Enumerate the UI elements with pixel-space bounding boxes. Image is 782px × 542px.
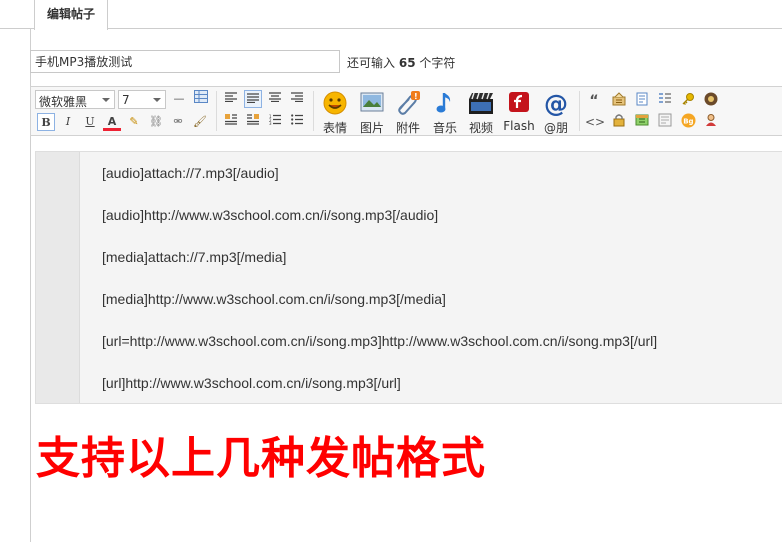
editor-line: [url]http://www.w3school.com.cn/i/song.m…: [102, 375, 401, 391]
bg-icon[interactable]: Bg: [679, 113, 697, 131]
editor-line: [audio]http://www.w3school.com.cn/i/song…: [102, 207, 439, 223]
subject-input[interactable]: [30, 50, 340, 73]
underline-button[interactable]: U: [81, 113, 99, 131]
font-family-select[interactable]: 微软雅黑: [35, 90, 115, 109]
headline-text: 支持以上几种发帖格式: [36, 433, 486, 484]
template-icon[interactable]: [656, 113, 674, 131]
chevron-down-icon: [102, 98, 110, 102]
table-icon: [194, 90, 208, 103]
float-left-icon-svg: [225, 114, 237, 125]
tab-bar: 编辑帖子: [0, 0, 782, 30]
user-icon[interactable]: [702, 113, 720, 131]
link-icon[interactable]: ⛓: [147, 113, 165, 131]
editor-toolbar: 微软雅黑 7 — B I U A ✎ ⛓ ⚮ 🖌 123 表情 图片 ! 附件 …: [30, 86, 782, 136]
align-center-icon[interactable]: [266, 90, 284, 108]
align-justify-icon[interactable]: [244, 90, 262, 108]
unordered-list-icon[interactable]: [288, 113, 306, 131]
table-button[interactable]: [192, 90, 210, 108]
remaining-suffix: 个字符: [419, 56, 456, 70]
flash-button[interactable]: Flash: [501, 89, 537, 135]
unlink-icon[interactable]: ⚮: [169, 113, 187, 131]
image-icon: [359, 91, 385, 117]
editor-gutter: [36, 152, 80, 403]
align-center-icon-svg: [269, 92, 281, 103]
at-icon: @: [544, 90, 568, 118]
remaining-prefix: 还可输入: [347, 56, 396, 70]
svg-text:Bg: Bg: [683, 118, 693, 126]
quote-icon[interactable]: “: [585, 92, 603, 110]
ordered-list-icon-svg: 123: [269, 114, 281, 126]
video-icon: [468, 91, 494, 117]
attachment-label: 附件: [395, 121, 420, 135]
editor-line: [media]attach://7.mp3[/media]: [102, 249, 287, 265]
font-family-value: 微软雅黑: [39, 95, 88, 109]
smiley-label: 表情: [322, 121, 347, 135]
italic-button[interactable]: I: [59, 113, 77, 131]
smiley-button[interactable]: 表情: [317, 89, 353, 135]
tab-edit-post[interactable]: 编辑帖子: [34, 0, 108, 30]
unordered-list-icon-svg: [291, 114, 303, 125]
image-label: 图片: [359, 121, 384, 135]
float-right-icon[interactable]: [244, 113, 262, 131]
float-right-icon-svg: [247, 114, 259, 125]
password-key-icon[interactable]: [679, 92, 697, 110]
align-right-icon-svg: [291, 92, 303, 103]
align-left-icon[interactable]: [222, 90, 240, 108]
smiley-icon: [322, 91, 348, 117]
attachment-button[interactable]: ! 附件: [390, 89, 426, 135]
dice-icon[interactable]: [702, 92, 720, 110]
highlight-icon[interactable]: ✎: [125, 113, 143, 131]
mention-label: @朋: [543, 121, 568, 135]
flash-icon: [506, 91, 532, 117]
page-break-icon[interactable]: [633, 92, 651, 110]
align-right-icon[interactable]: [288, 90, 306, 108]
music-button[interactable]: 音乐: [427, 89, 463, 135]
toolbar-separator: [313, 91, 314, 131]
clear-format-icon[interactable]: 🖌: [191, 113, 209, 131]
toolbar-separator: [579, 91, 580, 131]
remaining-chars-text: 还可输入 65 个字符: [347, 54, 455, 71]
download-icon[interactable]: [633, 113, 651, 131]
font-size-value: 7: [122, 93, 130, 107]
video-label: 视频: [468, 121, 493, 135]
music-note-icon: [432, 91, 458, 117]
svg-text:3: 3: [269, 121, 272, 125]
lock-icon[interactable]: [610, 113, 628, 131]
flash-label: Flash: [503, 119, 535, 133]
font-color-button[interactable]: A: [103, 113, 121, 131]
video-button[interactable]: 视频: [463, 89, 499, 135]
editor-line: [media]http://www.w3school.com.cn/i/song…: [102, 291, 446, 307]
horizontal-rule-button[interactable]: —: [170, 90, 188, 108]
svg-text:!: !: [414, 92, 418, 101]
index-icon[interactable]: [656, 92, 674, 110]
editor-line: [audio]attach://7.mp3[/audio]: [102, 165, 279, 181]
align-left-icon-svg: [225, 92, 237, 103]
editor-line: [url=http://www.w3school.com.cn/i/song.m…: [102, 333, 658, 349]
paperclip-icon: !: [395, 91, 421, 117]
chevron-down-icon: [153, 98, 161, 102]
mention-button[interactable]: @ @朋: [538, 89, 574, 135]
remaining-count: 65: [398, 56, 416, 70]
bold-button[interactable]: B: [37, 113, 55, 131]
editor-textarea[interactable]: [audio]attach://7.mp3[/audio] [audio]htt…: [35, 151, 782, 404]
music-label: 音乐: [432, 121, 457, 135]
toolbar-separator: [216, 91, 217, 131]
image-button[interactable]: 图片: [354, 89, 390, 135]
font-size-select[interactable]: 7: [118, 90, 166, 109]
free-content-icon[interactable]: [610, 92, 628, 110]
float-left-icon[interactable]: [222, 113, 240, 131]
code-icon[interactable]: <>: [585, 113, 605, 131]
ordered-list-icon[interactable]: 123: [266, 113, 284, 131]
align-justify-icon-svg: [247, 93, 259, 104]
